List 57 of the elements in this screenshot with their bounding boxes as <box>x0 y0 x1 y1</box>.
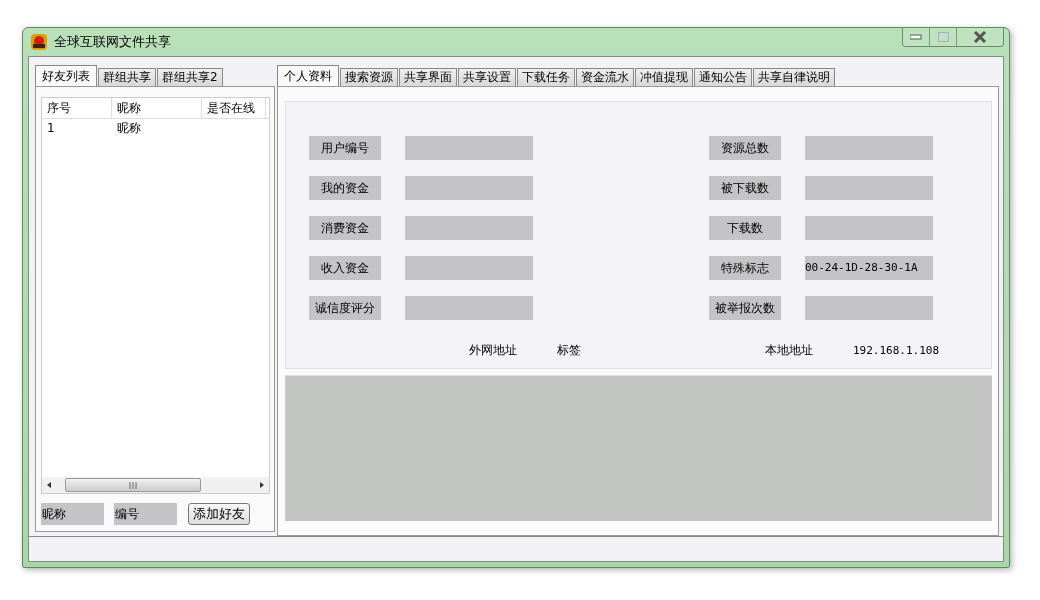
close-button[interactable] <box>957 28 1003 46</box>
field-label: 被举报次数 <box>709 296 781 320</box>
column-header[interactable]: 序号 <box>42 98 112 118</box>
tab[interactable]: 下载任务 <box>517 68 575 86</box>
field-label: 诚信度评分 <box>309 296 381 320</box>
value-field[interactable] <box>805 176 933 200</box>
wan-address-label: 外网地址 <box>469 342 517 359</box>
tab[interactable]: 共享界面 <box>399 68 457 86</box>
window-title: 全球互联网文件共享 <box>54 33 171 51</box>
tab[interactable]: 冲值提现 <box>635 68 693 86</box>
value-field[interactable] <box>405 216 533 240</box>
scroll-right-icon <box>258 480 266 490</box>
grip-icon <box>129 481 137 489</box>
column-header[interactable]: 昵称 <box>112 98 202 118</box>
field-label: 消费资金 <box>309 216 381 240</box>
column-header[interactable]: 是否在线 <box>202 98 266 118</box>
local-address-label: 本地地址 <box>765 342 813 359</box>
value-field[interactable] <box>805 136 933 160</box>
table-cell-text: 昵称 <box>116 119 142 137</box>
tab[interactable]: 群组共享 <box>98 68 156 86</box>
value-field[interactable] <box>405 296 533 320</box>
nickname-field[interactable]: 昵称 <box>41 503 104 525</box>
field-label: 资源总数 <box>709 136 781 160</box>
minimize-button[interactable] <box>903 28 930 46</box>
table-cell-text: 1 <box>46 121 56 135</box>
tab[interactable]: 搜索资源 <box>340 68 398 86</box>
value-field[interactable] <box>405 256 533 280</box>
value-field[interactable] <box>805 296 933 320</box>
tab[interactable]: 资金流水 <box>576 68 634 86</box>
value-field[interactable] <box>805 216 933 240</box>
app-icon <box>30 33 48 51</box>
close-icon <box>973 31 987 43</box>
field-label: 被下载数 <box>709 176 781 200</box>
minimize-icon <box>910 34 922 40</box>
scroll-thumb[interactable] <box>65 478 201 492</box>
tab[interactable]: 好友列表 <box>35 65 97 86</box>
tab[interactable]: 群组共享2 <box>157 68 223 86</box>
tab[interactable]: 共享设置 <box>458 68 516 86</box>
id-field[interactable]: 编号 <box>114 503 177 525</box>
value-field[interactable] <box>405 176 533 200</box>
field-label: 下载数 <box>709 216 781 240</box>
maximize-button[interactable] <box>930 28 957 46</box>
wan-address-value: 标签 <box>557 342 581 359</box>
field-label: 用户编号 <box>309 136 381 160</box>
add-friend-button[interactable]: 添加好友 <box>188 503 250 525</box>
maximize-icon <box>937 32 949 42</box>
tab[interactable]: 共享自律说明 <box>753 68 835 86</box>
value-field[interactable] <box>405 136 533 160</box>
local-address-value: 192.168.1.108 <box>853 344 940 357</box>
field-label: 收入资金 <box>309 256 381 280</box>
horizontal-scrollbar[interactable] <box>42 477 269 493</box>
tab[interactable]: 通知公告 <box>694 68 752 86</box>
field-label: 特殊标志 <box>709 256 781 280</box>
tab[interactable]: 个人资料 <box>277 65 339 86</box>
value-field[interactable]: 00-24-1D-28-30-1A <box>805 256 933 280</box>
field-label: 我的资金 <box>309 176 381 200</box>
scroll-left-icon <box>45 480 53 490</box>
